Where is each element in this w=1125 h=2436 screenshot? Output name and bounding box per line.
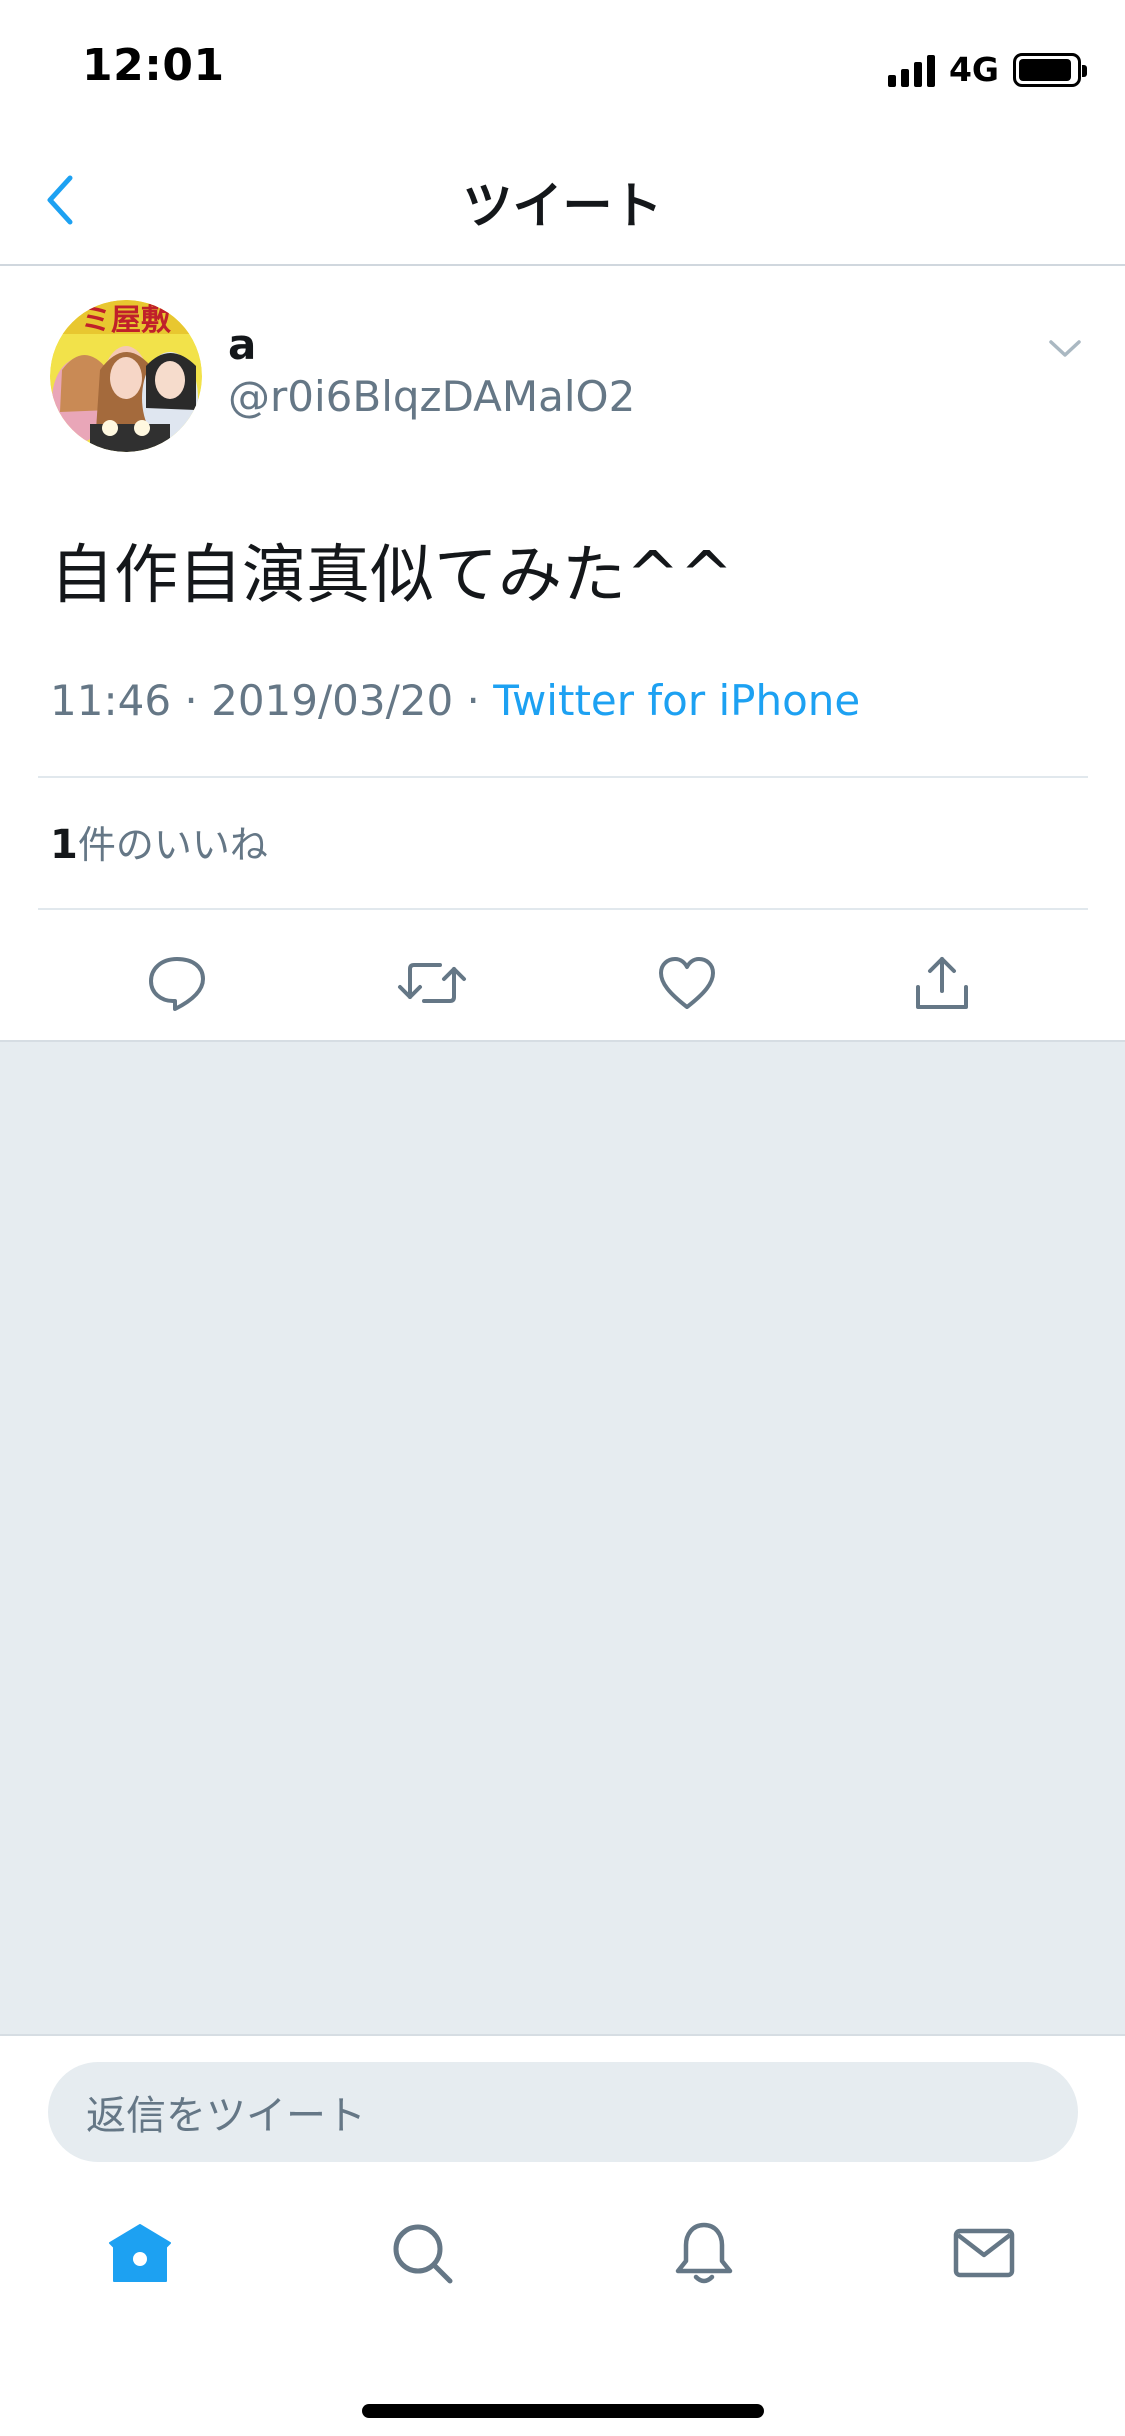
tweet-date: 2019/03/20 — [211, 676, 454, 725]
tab-bar — [0, 2172, 1125, 2436]
author-handle[interactable]: @r0i6BlqzDAMalO2 — [228, 372, 635, 421]
reply-input[interactable]: 返信をツイート — [48, 2062, 1078, 2162]
like-button[interactable] — [632, 928, 742, 1038]
tab-search[interactable] — [362, 2198, 482, 2308]
page-title: ツイート — [462, 177, 663, 235]
tweet-detail-screen: 12:01 4G ツイート ミ屋敷 a @r0i6BlqzDAMalO2 自作自… — [0, 0, 1125, 2436]
status-bar: 12:01 4G — [0, 0, 1125, 132]
retweet-button[interactable] — [377, 928, 487, 1038]
home-indicator[interactable] — [362, 2404, 764, 2418]
home-icon — [109, 2224, 171, 2282]
tweet-metadata: 11:46 · 2019/03/20 · Twitter for iPhone — [50, 676, 860, 725]
retweet-icon — [398, 963, 466, 1003]
meta-separator: · — [453, 676, 494, 725]
tweet: ミ屋敷 a @r0i6BlqzDAMalO2 自作自演真似てみた^^ 11:46… — [0, 268, 1125, 1040]
avatar-image: ミ屋敷 — [50, 300, 202, 452]
reply-icon — [149, 957, 205, 1011]
chevron-down-icon — [1049, 340, 1081, 357]
status-indicators: 4G — [887, 50, 1087, 89]
share-button[interactable] — [887, 928, 997, 1038]
tab-notifications[interactable] — [644, 2198, 764, 2308]
avatar-text: ミ屋敷 — [81, 303, 172, 338]
tweet-time: 11:46 — [50, 676, 172, 725]
tab-messages[interactable] — [924, 2198, 1044, 2308]
mail-icon — [953, 2228, 1015, 2278]
divider — [38, 776, 1088, 778]
tab-home[interactable] — [80, 2198, 200, 2308]
avatar[interactable]: ミ屋敷 — [50, 300, 202, 452]
heart-icon — [659, 957, 715, 1009]
reply-button[interactable] — [122, 928, 232, 1038]
likes-count-row[interactable]: 1件のいいね — [50, 814, 268, 869]
signal-icon — [887, 53, 935, 87]
meta-separator: · — [171, 676, 212, 725]
network-label: 4G — [948, 50, 999, 89]
tweet-source-link[interactable]: Twitter for iPhone — [493, 676, 860, 725]
likes-label: 件のいいね — [77, 823, 268, 867]
nav-bar: ツイート — [0, 132, 1125, 266]
bell-icon — [675, 2222, 733, 2284]
tweet-text: 自作自演真似てみた^^ — [50, 539, 734, 613]
divider — [38, 908, 1088, 910]
battery-icon — [1013, 52, 1087, 87]
status-time: 12:01 — [82, 40, 225, 91]
tweet-menu-button[interactable] — [1035, 324, 1095, 374]
search-icon — [393, 2224, 453, 2284]
likes-count: 1 — [50, 822, 78, 868]
author-name[interactable]: a — [228, 320, 256, 369]
tweet-action-bar — [0, 928, 1125, 1038]
replies-area — [0, 1040, 1125, 2036]
reply-bar: 返信をツイート — [0, 2036, 1125, 2172]
share-icon — [916, 957, 968, 1009]
